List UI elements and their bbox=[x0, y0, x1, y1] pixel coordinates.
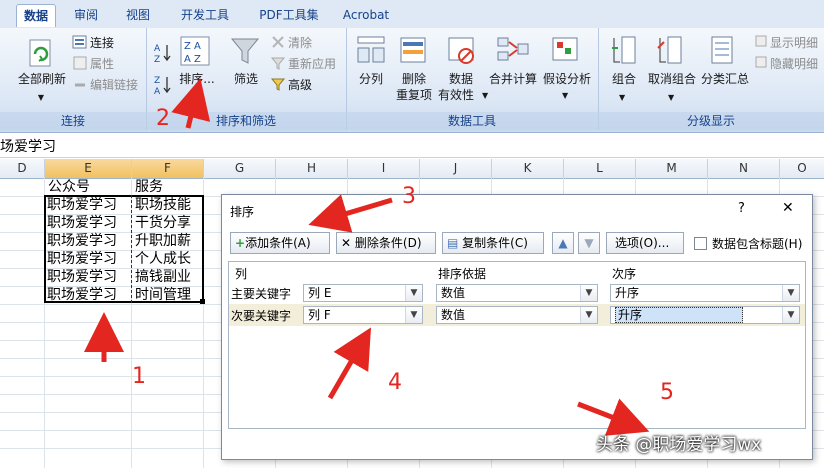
tutorial-arrows bbox=[84, 78, 650, 436]
arrow-5 bbox=[577, 398, 650, 436]
annotation-number-4: 4 bbox=[388, 370, 402, 395]
arrow-3 bbox=[308, 194, 393, 233]
arrow-4 bbox=[327, 327, 372, 400]
arrow-2 bbox=[171, 78, 211, 129]
annotation-number-1: 1 bbox=[132, 364, 146, 389]
annotation-number-3: 3 bbox=[402, 184, 416, 209]
annotation-number-5: 5 bbox=[660, 380, 674, 405]
annotation-number-2: 2 bbox=[156, 106, 170, 131]
watermark: 头条 @职场爱学习wx bbox=[596, 435, 762, 455]
